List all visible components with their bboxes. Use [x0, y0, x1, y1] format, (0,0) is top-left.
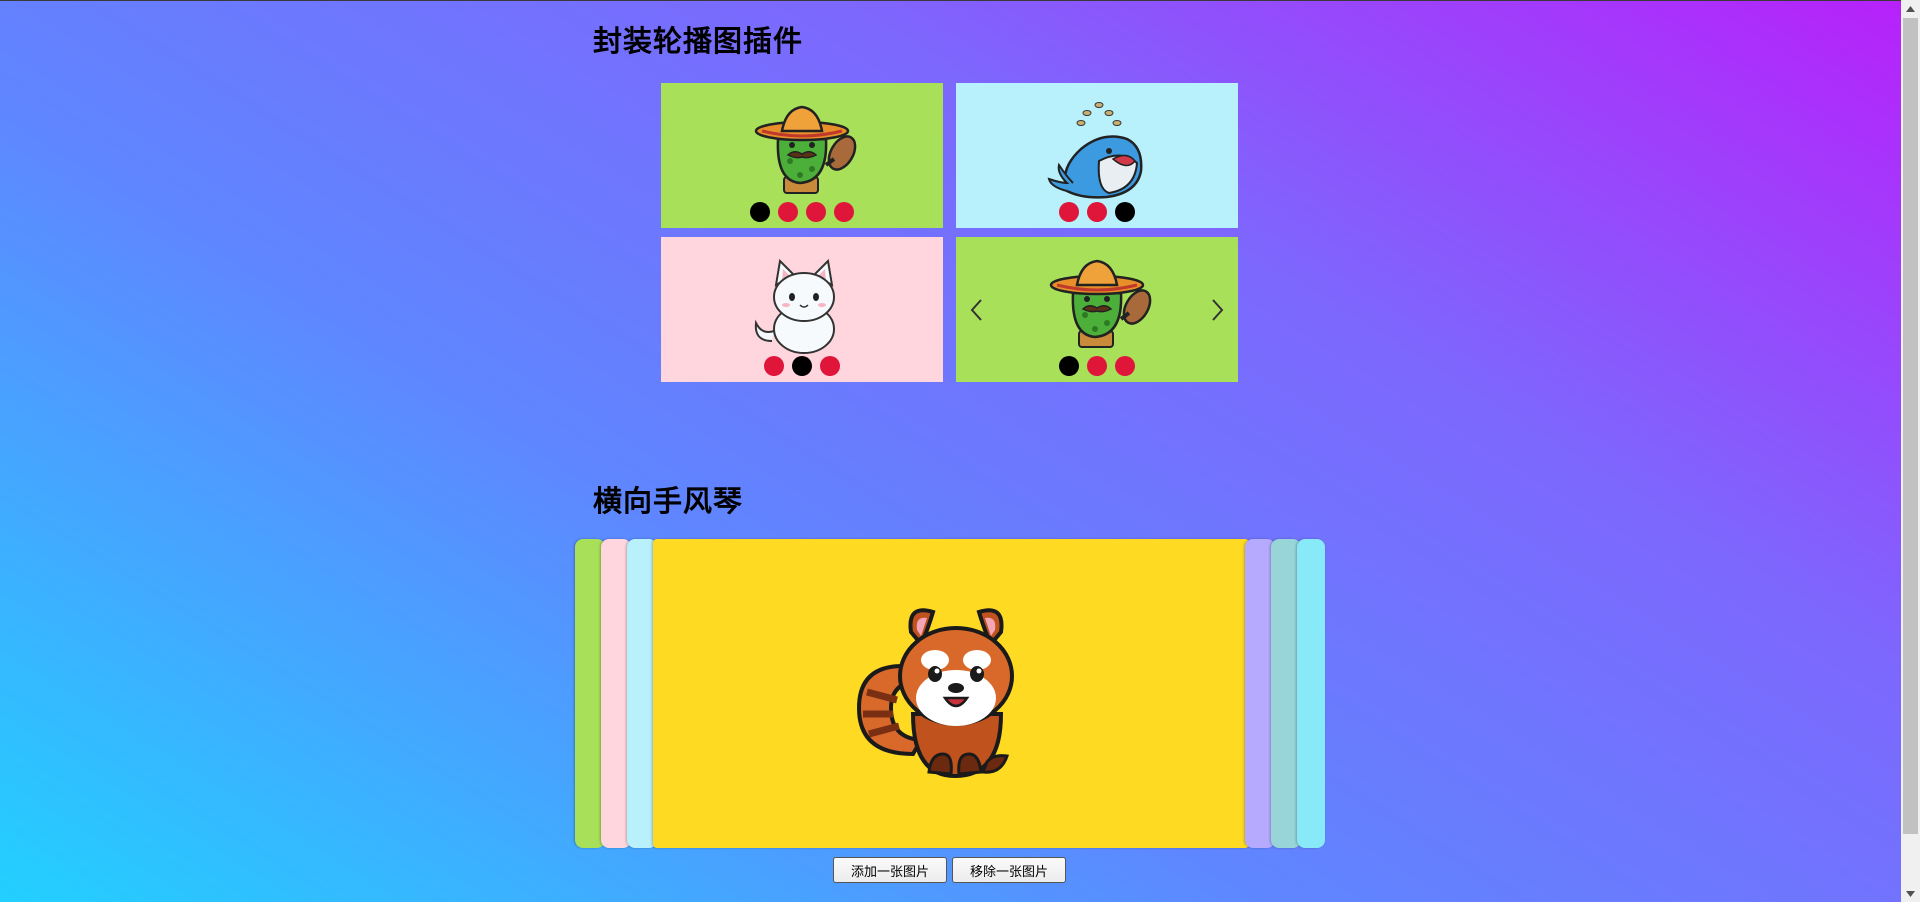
chevron-left-icon[interactable]	[966, 295, 988, 325]
carousel-dot[interactable]	[750, 202, 770, 222]
carousel-dots	[661, 202, 943, 222]
accordion-panel-active[interactable]	[653, 539, 1249, 848]
whale-icon	[1047, 102, 1143, 199]
window-top-border	[0, 0, 1901, 1]
carousel-dots	[661, 356, 943, 376]
remove-image-button[interactable]: 移除一张图片	[952, 857, 1066, 883]
red-panda-icon	[856, 607, 1014, 778]
carousel-dot[interactable]	[820, 356, 840, 376]
carousel-dot[interactable]	[764, 356, 784, 376]
carousel-dot[interactable]	[792, 356, 812, 376]
add-image-button[interactable]: 添加一张图片	[833, 857, 947, 883]
chevron-right-icon[interactable]	[1206, 295, 1228, 325]
scroll-up-arrow-icon[interactable]	[1901, 0, 1920, 17]
carousel-dot[interactable]	[806, 202, 826, 222]
carousel-dots	[956, 356, 1238, 376]
carousel-dot[interactable]	[1087, 202, 1107, 222]
carousel-section-title: 封装轮播图插件	[593, 24, 804, 58]
carousel-dot[interactable]	[834, 202, 854, 222]
scroll-down-arrow-icon[interactable]	[1901, 885, 1920, 902]
white-cat-icon	[754, 258, 835, 354]
horizontal-accordion	[575, 539, 1325, 848]
carousel-1[interactable]	[661, 83, 943, 228]
carousel-dots	[956, 202, 1238, 222]
carousel-3[interactable]	[661, 237, 943, 382]
cactus-sombrero-icon	[1049, 259, 1152, 348]
carousel-dot[interactable]	[1059, 356, 1079, 376]
carousel-dot[interactable]	[1087, 356, 1107, 376]
carousel-dot[interactable]	[1115, 202, 1135, 222]
carousel-dot[interactable]	[1115, 356, 1135, 376]
carousel-2[interactable]	[956, 83, 1238, 228]
accordion-section-title: 横向手风琴	[593, 484, 744, 518]
carousel-dot[interactable]	[1059, 202, 1079, 222]
cactus-sombrero-icon	[754, 105, 857, 194]
accordion-panel[interactable]	[1297, 539, 1325, 848]
carousel-dot[interactable]	[778, 202, 798, 222]
carousel-4[interactable]	[956, 237, 1238, 382]
vertical-scrollbar[interactable]	[1901, 0, 1920, 902]
scrollbar-thumb[interactable]	[1903, 18, 1918, 834]
